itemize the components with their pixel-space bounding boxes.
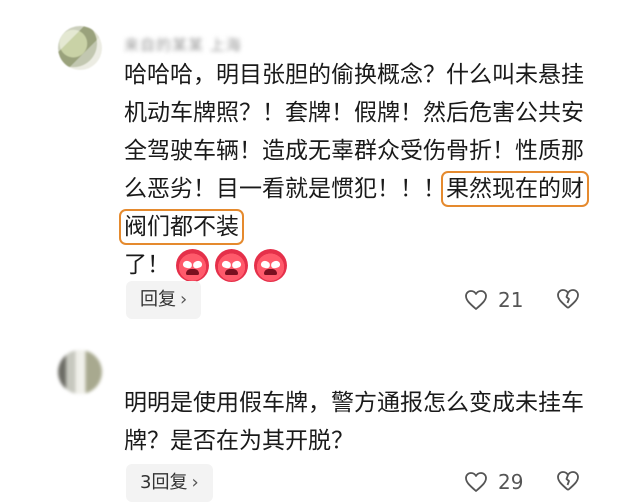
- reply-button[interactable]: 回复 ›: [126, 281, 202, 319]
- dislike-button[interactable]: [556, 470, 580, 492]
- chevron-right-icon: ›: [191, 472, 199, 493]
- comment-text: 明明是使用假车牌，警方通报怎么变成未挂车牌？是否在为其开脱？: [124, 390, 584, 454]
- avatar[interactable]: [58, 350, 102, 394]
- angry-face-icon: [254, 249, 287, 282]
- comment-username[interactable]: 来自的某某 上海: [124, 34, 242, 55]
- angry-face-icon: [176, 249, 209, 282]
- like-count: 29: [498, 470, 524, 494]
- dislike-button[interactable]: [556, 288, 580, 310]
- comment-text: 哈哈哈，明目张胆的偷换概念？什么叫未悬挂机动车牌照？！套牌！假牌！然后危害公共安…: [119, 56, 594, 284]
- comment-text-tail: 了！: [124, 252, 170, 278]
- broken-heart-icon: [556, 470, 580, 492]
- heart-icon: [464, 289, 488, 311]
- emoji-row: [176, 249, 287, 282]
- like-count: 21: [498, 288, 524, 312]
- chevron-right-icon: ›: [180, 289, 188, 310]
- reply-button[interactable]: 3回复 ›: [126, 464, 213, 502]
- reply-label: 3回复: [140, 472, 188, 493]
- reply-label: 回复: [140, 289, 176, 310]
- angry-face-icon: [215, 249, 248, 282]
- like-button[interactable]: 29: [464, 470, 523, 494]
- like-button[interactable]: 21: [464, 288, 523, 312]
- heart-icon: [464, 471, 488, 493]
- avatar[interactable]: [58, 26, 102, 70]
- broken-heart-icon: [556, 288, 580, 310]
